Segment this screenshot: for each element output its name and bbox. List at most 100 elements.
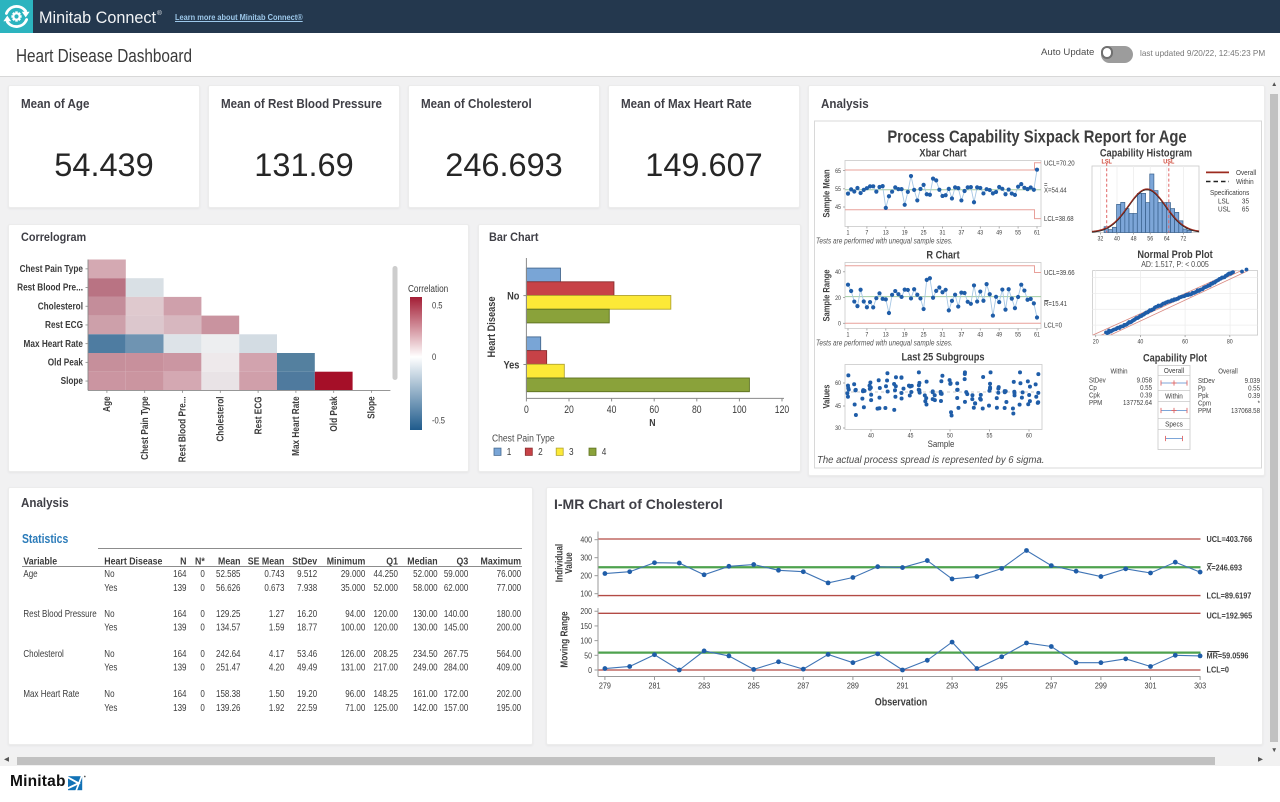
svg-text:Last 25 Subgroups: Last 25 Subgroups [901,352,984,364]
svg-text:7.938: 7.938 [297,582,317,593]
svg-text:20: 20 [564,404,574,416]
svg-text:284.00: 284.00 [444,662,468,673]
svg-text:Cholesterol: Cholesterol [38,301,83,312]
svg-text:45: 45 [835,205,841,211]
svg-text:4: 4 [602,446,607,457]
svg-text:164: 164 [173,648,186,659]
svg-text:Within: Within [1110,368,1127,376]
svg-text:45: 45 [835,404,841,410]
svg-text:281: 281 [648,681,660,691]
svg-text:267.75: 267.75 [444,648,468,659]
svg-text:1.92: 1.92 [269,702,285,713]
svg-text:61: 61 [1034,332,1040,338]
svg-text:9.512: 9.512 [297,568,317,579]
svg-text:137752.64: 137752.64 [1123,400,1152,408]
svg-text:PPM: PPM [1198,408,1212,416]
svg-text:N: N [180,555,187,567]
svg-text:59.000: 59.000 [444,568,468,579]
svg-text:Overall: Overall [1164,367,1185,375]
svg-text:161.00: 161.00 [413,688,437,699]
svg-text:49.49: 49.49 [297,662,317,673]
svg-text:Correlation: Correlation [408,283,448,294]
svg-text:Cp: Cp [1089,384,1097,392]
svg-text:77.000: 77.000 [497,582,521,593]
svg-text:62.000: 62.000 [444,582,468,593]
svg-text:Maximum: Maximum [481,555,522,567]
svg-text:139: 139 [173,621,186,632]
svg-text:50: 50 [584,651,592,661]
svg-text:285: 285 [748,681,761,691]
svg-text:291: 291 [896,681,908,691]
svg-text:0.55: 0.55 [1140,384,1152,392]
svg-text:Values: Values [821,384,832,408]
svg-text:PPM: PPM [1089,400,1103,408]
svg-text:Yes: Yes [503,360,519,372]
svg-text:120: 120 [775,404,790,416]
svg-text:20: 20 [835,295,841,301]
svg-text:Overall: Overall [1218,368,1238,376]
svg-text:80: 80 [1227,339,1233,345]
svg-text:R=15.41: R=15.41 [1044,301,1067,309]
svg-text:-0.5: -0.5 [432,415,445,426]
svg-text:52.000: 52.000 [374,582,398,593]
svg-text:UCL=192.965: UCL=192.965 [1206,611,1252,621]
svg-text:N: N [649,418,655,430]
svg-text:100: 100 [580,589,592,599]
svg-text:4.17: 4.17 [269,648,285,659]
svg-text:100.00: 100.00 [341,621,365,632]
svg-text:UCL=70.20: UCL=70.20 [1044,160,1075,168]
svg-text:139: 139 [173,702,186,713]
svg-text:Chest Pain Type: Chest Pain Type [20,263,83,274]
svg-text:MR=59.0596: MR=59.0596 [1206,651,1249,661]
svg-text:49: 49 [996,332,1002,338]
svg-text:Sample Mean: Sample Mean [821,169,832,217]
svg-text:Cpm: Cpm [1198,400,1211,408]
svg-text:Rest ECG: Rest ECG [253,396,264,434]
svg-text:300: 300 [580,553,592,563]
svg-text:AD: 1.517, P: < 0.005: AD: 1.517, P: < 0.005 [1141,259,1209,269]
svg-text:0: 0 [200,568,204,579]
svg-text:0: 0 [200,582,204,593]
svg-text:No: No [104,608,114,619]
svg-text:40: 40 [607,404,617,416]
svg-text:242.64: 242.64 [216,648,240,659]
svg-text:65: 65 [1242,206,1249,214]
svg-text:29.000: 29.000 [341,568,365,579]
svg-text:409.00: 409.00 [497,662,521,673]
svg-text:139.26: 139.26 [216,702,240,713]
svg-text:60: 60 [835,381,841,387]
svg-text:3: 3 [569,446,574,457]
svg-text:40: 40 [868,433,874,439]
svg-text:30: 30 [835,426,841,432]
svg-text:Chest Pain Type: Chest Pain Type [139,396,150,459]
svg-text:0: 0 [200,662,204,673]
svg-text:55: 55 [1015,332,1021,338]
svg-text:150: 150 [580,621,592,631]
svg-text:40: 40 [835,270,841,276]
svg-text:Value: Value [563,552,574,574]
svg-text:140.00: 140.00 [444,608,468,619]
svg-text:55: 55 [987,433,993,439]
svg-text:164: 164 [173,608,186,619]
svg-text:No: No [104,568,114,579]
svg-text:Pp: Pp [1198,385,1206,393]
svg-text:100: 100 [580,636,592,646]
svg-text:43: 43 [977,332,983,338]
svg-text:Q1: Q1 [386,555,398,567]
svg-text:61: 61 [1034,230,1040,236]
svg-text:139: 139 [173,582,186,593]
svg-text:40: 40 [1137,339,1143,345]
svg-text:56.626: 56.626 [216,582,240,593]
svg-text:295: 295 [996,681,1009,691]
svg-text:164: 164 [173,568,186,579]
svg-text:9.058: 9.058 [1137,377,1153,385]
svg-text:100: 100 [732,404,747,416]
svg-text:Overall: Overall [1236,170,1257,178]
svg-text:299: 299 [1095,681,1107,691]
svg-text:564.00: 564.00 [497,648,521,659]
svg-text:137068.58: 137068.58 [1231,408,1260,416]
svg-text:Sample Range: Sample Range [821,269,832,321]
svg-text:130.00: 130.00 [413,608,437,619]
svg-text:55: 55 [835,187,841,193]
svg-text:1: 1 [507,446,512,457]
